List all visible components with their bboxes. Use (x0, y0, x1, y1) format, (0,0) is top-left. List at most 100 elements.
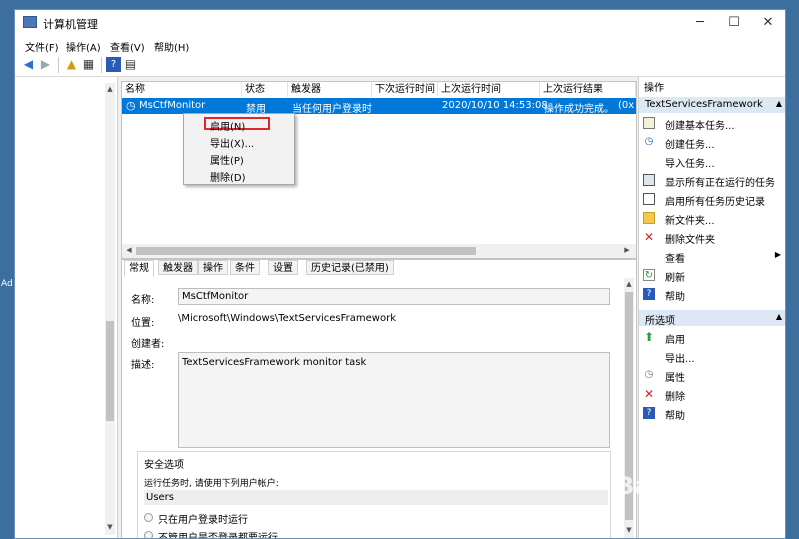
desktop-text: Ad (1, 279, 13, 289)
action-export[interactable]: 导出... (643, 348, 783, 366)
action-refresh[interactable]: ↻ 刷新 (643, 267, 783, 285)
scroll-left-arrow-icon[interactable]: ◀ (124, 246, 134, 254)
action-properties[interactable]: ◷ 属性 (643, 367, 783, 385)
action-label: 创建基本任务... (665, 121, 735, 132)
title-bar[interactable]: 计算机管理 ─ ☐ ✕ (15, 10, 785, 36)
task-extra-cell: (0x (618, 100, 635, 111)
column-next-run[interactable]: 下次运行时间 (372, 82, 438, 97)
scrollbar-thumb[interactable] (136, 247, 476, 255)
menu-bar: 文件(F) 操作(A) 查看(V) 帮助(H) (15, 36, 785, 54)
ctx-properties[interactable]: 属性(P) (210, 152, 244, 167)
show-hide-tree-icon[interactable]: ▦ (81, 57, 96, 72)
action-label: 导出... (665, 354, 695, 365)
collapse-up-icon[interactable]: ▲ (776, 312, 782, 321)
scroll-up-arrow-icon[interactable]: ▲ (624, 280, 634, 288)
security-options-title: 安全选项 (144, 460, 184, 471)
column-name[interactable]: 名称 (122, 82, 242, 97)
scroll-down-arrow-icon[interactable]: ▼ (105, 523, 115, 531)
group-selected-item[interactable]: 所选项 ▲ (639, 310, 785, 327)
action-import-task[interactable]: 导入任务... (643, 153, 783, 171)
enable-arrow-icon: ⬆ (643, 330, 655, 344)
tab-settings[interactable]: 设置 (268, 260, 298, 275)
help-icon[interactable]: ? (106, 57, 121, 72)
window-title: 计算机管理 (43, 18, 98, 31)
task-last-result-cell: 操作成功完成。 (544, 104, 614, 115)
column-last-result[interactable]: 上次运行结果 (540, 82, 636, 97)
forward-icon[interactable]: ▶ (38, 57, 53, 72)
task-detail-pane: 常规 触发器 操作 条件 设置 历史记录(已禁用) 名称: MsCtfMonit… (121, 259, 637, 538)
toolbar-separator (58, 57, 59, 73)
radio-whether-logged-on[interactable] (144, 531, 153, 538)
ctx-delete[interactable]: 删除(D) (210, 169, 246, 184)
action-new-folder[interactable]: 新文件夹... (643, 210, 783, 228)
description-label: 描述: (131, 360, 155, 371)
column-status[interactable]: 状态 (242, 82, 288, 97)
show-action-pane-icon[interactable]: ▤ (123, 57, 138, 72)
task-list-hscrollbar[interactable]: ◀ ▶ (122, 244, 636, 258)
collapse-up-icon[interactable]: ▲ (776, 99, 782, 108)
group-title: 所选项 (645, 316, 675, 327)
tab-actions[interactable]: 操作 (198, 260, 228, 275)
delete-icon: ✕ (643, 387, 655, 401)
location-label: 位置: (131, 318, 155, 329)
ctx-enable[interactable]: 启用(N) (210, 118, 245, 133)
user-account-field[interactable]: Users (144, 490, 608, 505)
delete-icon: ✕ (643, 230, 655, 244)
back-icon[interactable]: ◀ (21, 57, 36, 72)
action-create-task[interactable]: ◷ 创建任务... (643, 134, 783, 152)
menu-action[interactable]: 操作(A) (66, 39, 101, 54)
maximize-button[interactable]: ☐ (717, 10, 751, 36)
action-label: 帮助 (665, 292, 685, 303)
scroll-right-arrow-icon[interactable]: ▶ (622, 246, 632, 254)
menu-view[interactable]: 查看(V) (110, 39, 145, 54)
menu-file[interactable]: 文件(F) (25, 39, 59, 54)
scrollbar-thumb[interactable] (106, 321, 114, 421)
action-delete[interactable]: ✕ 删除 (643, 386, 783, 404)
tab-triggers[interactable]: 触发器 (158, 260, 198, 275)
scroll-up-arrow-icon[interactable]: ▲ (105, 85, 115, 93)
minimize-button[interactable]: ─ (683, 10, 717, 36)
menu-help[interactable]: 帮助(H) (154, 39, 189, 54)
up-folder-icon[interactable]: ▲ (64, 57, 79, 72)
ctx-export[interactable]: 导出(X)... (210, 135, 254, 150)
scroll-down-arrow-icon[interactable]: ▼ (624, 526, 634, 534)
action-label: 属性 (665, 373, 685, 384)
navigation-tree-pane[interactable]: ▲ ▼ (15, 77, 118, 538)
table-row[interactable]: ◷ MsCtfMonitor 禁用 当任何用户登录时 2020/10/10 14… (122, 98, 636, 115)
action-enable[interactable]: ⬆ 启用 (643, 329, 783, 347)
action-help[interactable]: ? 帮助 (643, 286, 783, 304)
column-last-run[interactable]: 上次运行时间 (438, 82, 540, 97)
action-delete-folder[interactable]: ✕ 删除文件夹 (643, 229, 783, 247)
action-create-basic-task[interactable]: 创建基本任务... (643, 115, 783, 133)
tab-conditions[interactable]: 条件 (230, 260, 260, 275)
task-clock-icon: ◷ (126, 99, 136, 112)
description-field[interactable]: TextServicesFramework monitor task (178, 352, 610, 448)
action-help-selected[interactable]: ? 帮助 (643, 405, 783, 423)
group-textservicesframework[interactable]: TextServicesFramework ▲ (639, 97, 785, 113)
task-last-run-cell: 2020/10/10 14:53:08 (442, 100, 548, 111)
tab-general[interactable]: 常规 (124, 260, 154, 277)
tab-history[interactable]: 历史记录(已禁用) (306, 260, 394, 275)
task-name-cell: MsCtfMonitor (139, 100, 206, 111)
author-label: 创建者: (131, 339, 165, 350)
help-icon: ? (643, 407, 655, 419)
action-label: 帮助 (665, 411, 685, 422)
toolbar-separator (101, 57, 102, 73)
tree-scrollbar[interactable]: ▲ ▼ (105, 83, 115, 535)
properties-icon: ◷ (644, 369, 654, 380)
run-as-prompt: 运行任务时, 请使用下列用户帐户: (144, 479, 279, 489)
action-show-running[interactable]: 显示所有正在运行的任务 (643, 172, 783, 190)
action-view[interactable]: 查看 ▶ (643, 248, 783, 266)
task-trigger-cell: 当任何用户登录时 (292, 104, 372, 115)
action-label: 显示所有正在运行的任务 (665, 178, 775, 189)
radio-logged-on-only[interactable] (144, 513, 153, 522)
column-trigger[interactable]: 触发器 (288, 82, 372, 97)
close-button[interactable]: ✕ (751, 10, 785, 36)
action-enable-history[interactable]: 启用所有任务历史记录 (643, 191, 783, 209)
action-label: 删除文件夹 (665, 235, 715, 246)
action-label: 删除 (665, 392, 685, 403)
actions-header: 操作 (644, 83, 664, 94)
action-label: 导入任务... (665, 159, 715, 170)
name-field[interactable]: MsCtfMonitor (178, 288, 610, 305)
watermark-logo: Bai du 经验 (616, 472, 758, 500)
